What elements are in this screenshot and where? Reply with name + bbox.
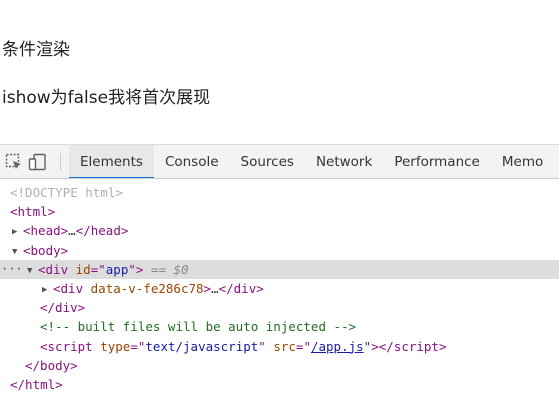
head-close-tag: /head: [83, 223, 121, 239]
device-toolbar-icon[interactable]: [26, 145, 50, 178]
child-ellipsis[interactable]: …: [211, 281, 219, 296]
tab-elements[interactable]: Elements: [69, 145, 154, 178]
script-type-value: text/javascript: [145, 338, 259, 354]
tree-row-head[interactable]: ▶ <head>…</head>: [0, 221, 559, 240]
page: 条件渲染 ishow为false我将首次展现 Elements Console …: [0, 0, 559, 416]
dom-tree: <!DOCTYPE html> <html> ▶ <head>…</head> ▼…: [0, 179, 559, 394]
toolbar-divider: [60, 152, 61, 171]
conditional-text: ishow为false我将首次展现: [2, 88, 211, 108]
head-ellipsis[interactable]: …: [68, 223, 76, 238]
tab-network[interactable]: Network: [305, 145, 383, 178]
div-attr-value: app: [105, 261, 129, 277]
body-close-tag: /body: [32, 357, 71, 373]
selected-marker: == $0: [150, 261, 189, 277]
devtools-toolbar: Elements Console Sources Network Perform…: [0, 144, 559, 179]
script-close-tag: /script: [386, 338, 439, 354]
script-src-link[interactable]: /app.js: [311, 339, 364, 354]
more-options-icon[interactable]: ···: [1, 260, 23, 279]
comment-node: <!-- built files will be auto injected -…: [40, 319, 357, 335]
tab-console[interactable]: Console: [154, 145, 230, 178]
html-close-tag: /html: [17, 376, 56, 392]
tab-performance[interactable]: Performance: [383, 145, 491, 178]
devtools-panel: Elements Console Sources Network Perform…: [0, 144, 559, 416]
tree-row-body[interactable]: ▼ <body>: [0, 241, 559, 260]
div-attr-name: id: [75, 261, 91, 277]
tree-row-html-close[interactable]: </html>: [0, 375, 559, 394]
tree-row-script[interactable]: <script type="text/javascript" src="/app…: [0, 337, 559, 356]
tab-sources[interactable]: Sources: [230, 145, 305, 178]
tree-row-div-close[interactable]: </div>: [0, 298, 559, 317]
tree-row-html[interactable]: <html>: [0, 202, 559, 221]
doctype-node: <!DOCTYPE html>: [10, 185, 123, 200]
tree-row-body-close[interactable]: </body>: [0, 356, 559, 375]
script-src-attr: src: [273, 338, 296, 354]
tab-memory[interactable]: Memo: [491, 145, 554, 178]
script-tag: script: [47, 338, 93, 354]
head-tag: head: [30, 223, 61, 239]
tree-row-comment[interactable]: <!-- built files will be auto injected -…: [0, 317, 559, 336]
tree-row-child-div[interactable]: ▶ <div data-v-fe286c78>…</div>: [0, 279, 559, 298]
html-tag: html: [17, 204, 48, 220]
body-tag: body: [30, 242, 61, 258]
heading-text: 条件渲染: [2, 40, 70, 60]
child-div-tag: div: [60, 280, 84, 296]
inspect-element-icon[interactable]: [2, 145, 26, 178]
tree-row-doctype[interactable]: <!DOCTYPE html>: [0, 183, 559, 202]
div-tag: div: [45, 261, 69, 277]
child-div-attr: data-v-fe286c78: [90, 280, 204, 296]
script-type-attr: type: [100, 338, 131, 354]
child-div-close-tag: /div: [226, 280, 257, 296]
tree-row-div-app[interactable]: ··· ▼ <div id="app"> == $0: [0, 259, 559, 279]
div-close-tag: /div: [47, 300, 78, 316]
